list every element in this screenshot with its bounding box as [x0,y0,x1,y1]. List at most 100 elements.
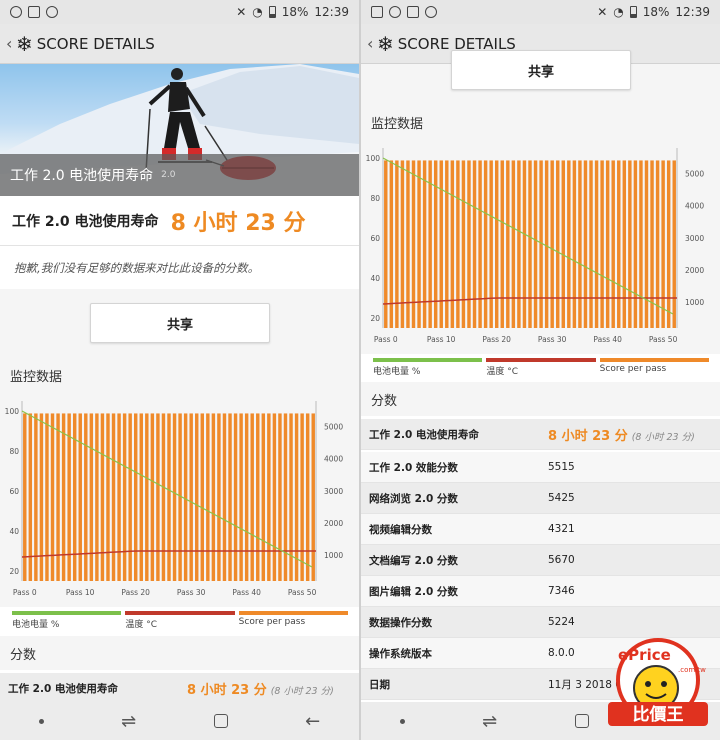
mute-icon: ✕ [597,5,608,19]
score-bar [528,160,532,328]
y-right-tick-label: 4000 [685,202,704,211]
age-rating-icon [425,6,437,18]
sync-icon [10,6,22,18]
score-bar [428,160,432,328]
legend-swatch [486,358,596,362]
score-bar [217,413,221,581]
left-screen: ✕ ◔ 18% 12:39 ‹ ❄ SCORE DETAILS 工作 2.0 电… [0,0,359,740]
legend-item: Score per pass [599,358,709,377]
y-right-tick-label: 1000 [685,298,704,307]
x-tick-label: Pass 30 [538,335,567,344]
back-icon[interactable]: ‹ [367,34,375,53]
score-bar [561,160,565,328]
score-bar [228,413,232,581]
x-tick-label: Pass 50 [288,588,317,597]
x-tick-label: Pass 20 [121,588,150,597]
score-bar [211,413,216,581]
right-screen: ✕ ◔ 18% 12:39 ‹ ❄ SCORE DETAILS 共享 监控数据 … [361,0,720,740]
x-tick-label: Pass 10 [66,588,95,597]
score-bar [478,160,482,328]
score-value: 8 小时 23 分 (8 小时 23 分) [548,428,695,444]
nav-back-icon[interactable]: ← [305,711,320,732]
score-bar [145,413,149,581]
score-bar [522,160,527,328]
score-bar [666,160,671,328]
score-bar [556,160,560,328]
watermark-domain: .com.tw [678,666,706,674]
score-label: 数据操作分数 [369,616,432,629]
score-bar [300,413,304,581]
score-bar [311,413,315,581]
chart-legend: 电池电量 % 温度 °C Score per pass [12,611,348,630]
score-label: 图片编辑 2.0 分数 [369,585,458,598]
legend-label: 温度 °C [486,367,518,377]
watermark-text: ePrice [618,646,671,664]
legend-item: Score per pass [238,611,348,630]
legend-swatch [238,611,348,615]
y-left-tick-label: 100 [366,154,381,163]
score-bar [294,413,299,581]
legend-label: Score per pass [238,617,306,627]
home-icon[interactable] [213,714,228,728]
sync-icon [389,6,401,18]
score-bar [23,413,27,581]
result-value: 8 小时 23 分 [170,210,306,236]
y-right-tick-label: 2000 [324,519,343,528]
wifi-icon: ◔ [613,5,624,19]
chart-legend: 电池电量 % 温度 °C Score per pass [373,358,709,377]
share-button[interactable]: 共享 [451,50,631,90]
nav-dot-icon[interactable] [399,718,405,724]
legend-item: 电池电量 % [12,611,122,630]
recent-apps-icon[interactable]: ⇌ [121,711,136,732]
chart-svg: 100 80 60 40 20 5000 4000 3000 2000 1000 Pass 0 Pas… [0,393,359,607]
x-tick-label: Pass 40 [593,335,622,344]
score-label: 操作系统版本 [369,647,432,660]
score-bar [233,413,238,581]
y-left-tick-label: 60 [370,234,380,243]
score-bar [139,413,143,581]
legend-item: 温度 °C [486,358,596,377]
score-bar [272,413,277,581]
score-row: 视频编辑分数 4321 [361,514,720,545]
score-value: 7346 [548,585,575,597]
recent-apps-icon[interactable]: ⇌ [482,711,497,732]
y-right-tick-label: 5000 [324,422,343,431]
score-bar [150,413,155,581]
x-tick-label: Pass 10 [427,335,456,344]
share-button[interactable]: 共享 [90,303,270,343]
share-area: 共享 [361,50,720,104]
y-left-tick-label: 80 [370,194,380,203]
legend-item: 温度 °C [125,611,235,630]
score-bar [517,160,521,328]
clock: 12:39 [675,5,710,19]
score-bar [544,160,549,328]
score-bar [200,413,204,581]
snowflake-logo-icon: ❄ [377,31,394,56]
score-bar [605,160,610,328]
score-bar [156,413,160,581]
score-bar [100,413,105,581]
scores-title: 分数 [0,636,359,670]
score-bar [456,160,460,328]
score-label: 视频编辑分数 [369,523,432,536]
y-right-tick-label: 3000 [685,234,704,243]
legend-swatch [599,358,709,362]
back-icon[interactable]: ‹ [6,34,14,53]
score-bar [500,160,504,328]
score-bar [189,413,193,581]
hero-version: 2.0 [161,170,176,180]
score-bar [594,160,599,328]
score-label: 工作 2.0 电池使用寿命 [8,682,118,695]
y-right-tick-label: 4000 [324,455,343,464]
monitor-chart: 100 80 60 40 20 5000 4000 3000 2000 1000 Pass 0 Pas… [361,140,720,354]
home-icon[interactable] [574,714,589,728]
score-bar [244,413,249,581]
score-bar [167,413,171,581]
x-tick-label: Pass 20 [482,335,511,344]
score-row: 网络浏览 2.0 分数 5425 [361,483,720,514]
score-bar [578,160,582,328]
app-title: SCORE DETAILS [36,34,155,53]
y-left-tick-label: 40 [9,527,19,536]
nav-dot-icon[interactable] [38,718,44,724]
score-value: 5224 [548,616,575,628]
